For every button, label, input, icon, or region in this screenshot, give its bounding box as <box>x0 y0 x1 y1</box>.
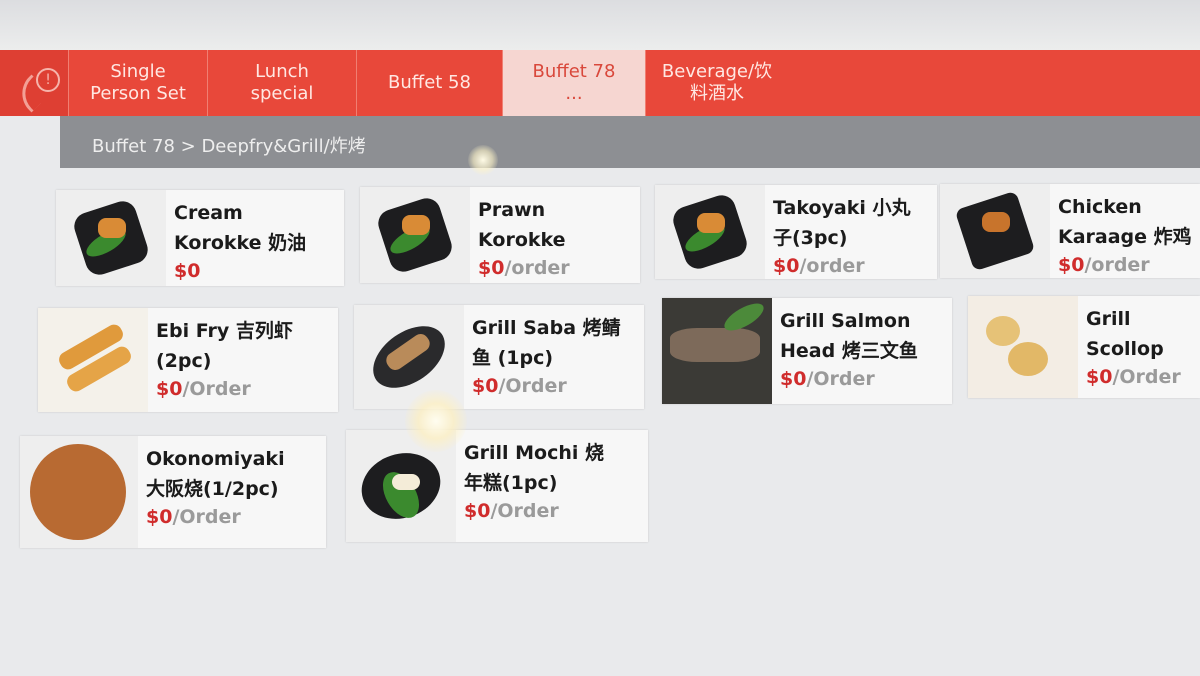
menu-item-card[interactable]: Okonomiyaki 大阪烧(1/2pc) $0/Order <box>20 436 326 548</box>
tab-label: Buffet 58 <box>388 72 471 93</box>
item-price: $0/Order <box>472 375 567 397</box>
menu-item-card[interactable]: Grill Saba 烤鲭 鱼 (1pc) $0/Order <box>354 305 644 409</box>
item-price: $0/Order <box>156 378 251 400</box>
tab-single-person-set[interactable]: Single Person Set <box>69 50 208 116</box>
item-image <box>38 308 148 412</box>
item-name: Chicken Karaage 炸鸡 <box>1058 196 1192 248</box>
breadcrumb: Buffet 78 > Deepfry&Grill/炸烤 <box>92 136 366 157</box>
item-price: $0/order <box>478 257 570 279</box>
menu-item-card[interactable]: Grill Salmon Head 烤三文鱼 $0/Order <box>662 298 952 404</box>
menu-item-card[interactable]: Chicken Karaage 炸鸡 $0/order <box>940 184 1200 278</box>
tab-beverage[interactable]: Beverage/饮 料酒水 <box>646 50 788 116</box>
item-name: Cream Korokke 奶油 <box>174 202 307 254</box>
menu-item-card[interactable]: Takoyaki 小丸 子(3pc) $0/order <box>655 185 937 279</box>
menu-item-card[interactable]: Cream Korokke 奶油 $0 <box>56 190 344 286</box>
screen-glare <box>468 145 498 175</box>
item-image <box>20 436 138 548</box>
tab-label: Beverage/饮 料酒水 <box>661 61 773 104</box>
tab-label: Buffet 78 ... <box>532 61 616 104</box>
item-price: $0/Order <box>464 500 559 522</box>
item-image <box>940 184 1050 278</box>
tab-buffet-58[interactable]: Buffet 58 <box>357 50 503 116</box>
menu-item-card[interactable]: Grill Scollop Salad 小贝柱 $0/Order <box>968 296 1200 398</box>
tab-buffet-78[interactable]: Buffet 78 ... <box>503 50 646 116</box>
item-price: $0/Order <box>780 368 875 390</box>
item-name: Prawn Korokke 炸虾饼 (1pc) <box>478 199 566 251</box>
item-image <box>56 190 166 286</box>
category-nav: ! Single Person Set Lunch special Buffet… <box>0 50 1200 116</box>
menu-item-card[interactable]: Prawn Korokke 炸虾饼 (1pc) $0/order <box>360 187 640 283</box>
item-name: Okonomiyaki 大阪烧(1/2pc) <box>146 448 285 500</box>
tab-label: Single Person Set <box>90 61 186 104</box>
item-name: Grill Salmon Head 烤三文鱼 <box>780 310 918 362</box>
item-price: $0 <box>174 260 201 282</box>
item-image <box>662 298 772 404</box>
menu-item-card[interactable]: Ebi Fry 吉列虾 (2pc) $0/Order <box>38 308 338 412</box>
screen-glare <box>405 390 467 452</box>
item-price: $0/order <box>1058 254 1150 276</box>
item-image <box>360 187 470 283</box>
item-image <box>655 185 765 279</box>
item-name: Ebi Fry 吉列虾 (2pc) <box>156 320 293 372</box>
item-name: Takoyaki 小丸 子(3pc) <box>773 197 911 249</box>
item-price: $0/order <box>773 255 865 277</box>
item-price: $0/Order <box>146 506 241 528</box>
bell-icon: ! <box>36 68 60 92</box>
item-name: Grill Scollop Salad 小贝柱 <box>1086 308 1164 360</box>
screen-bezel <box>0 0 1200 50</box>
tab-label: Lunch special <box>250 61 314 104</box>
item-name: Grill Mochi 烧 年糕(1pc) <box>464 442 604 494</box>
tab-lunch-special[interactable]: Lunch special <box>208 50 357 116</box>
item-name: Grill Saba 烤鲭 鱼 (1pc) <box>472 317 621 369</box>
item-price: $0/Order <box>1086 366 1181 388</box>
wifi-bell-icon[interactable]: ! <box>0 50 69 116</box>
menu-item-card[interactable]: Grill Mochi 烧 年糕(1pc) $0/Order <box>346 430 648 542</box>
breadcrumb-bar: Buffet 78 > Deepfry&Grill/炸烤 <box>60 116 1200 168</box>
item-image <box>968 296 1078 398</box>
